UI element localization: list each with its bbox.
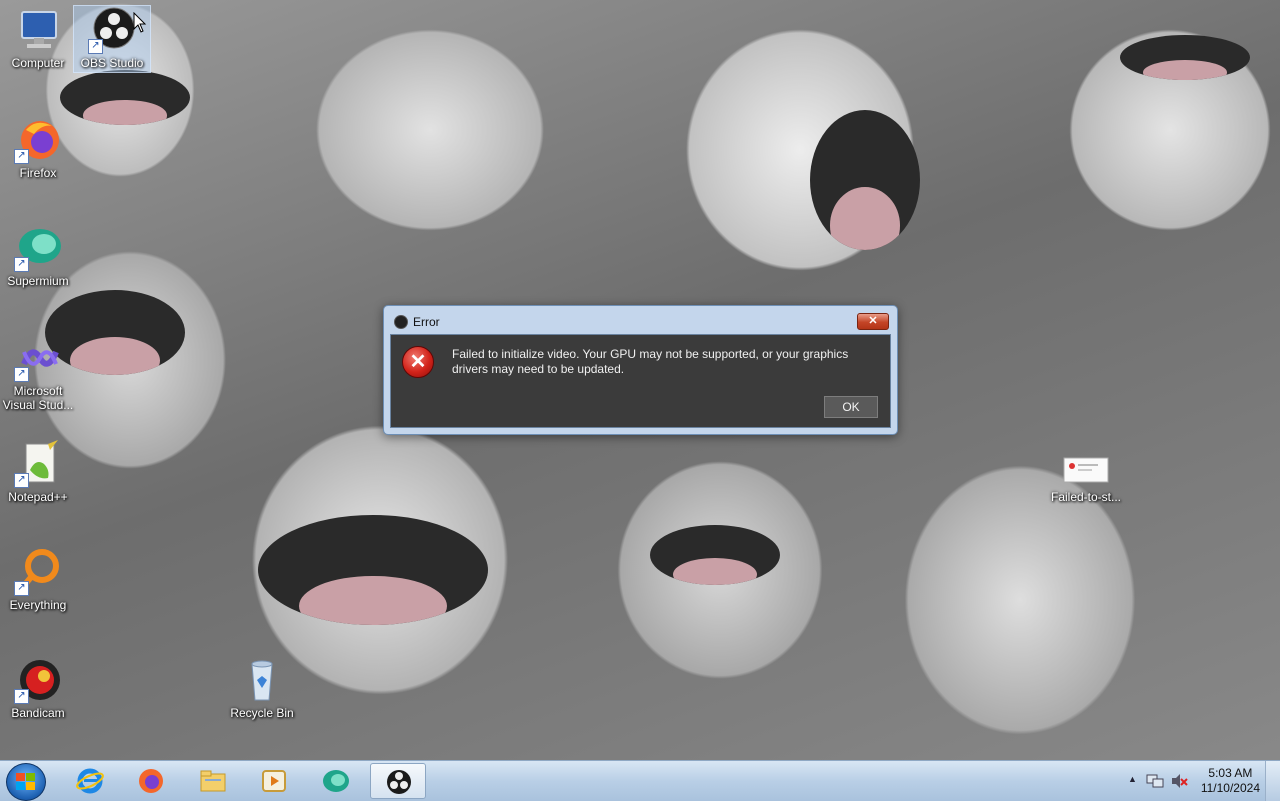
supermium-icon (323, 770, 349, 792)
recycle-bin-icon (238, 656, 286, 704)
desktop-icon-failed-image[interactable]: Failed-to-st... (1048, 440, 1124, 504)
taskbar-supermium[interactable] (308, 763, 364, 799)
desktop-icon-firefox[interactable]: ↗ Firefox (0, 116, 76, 180)
dialog-body: ✕ Failed to initialize video. Your GPU m… (390, 334, 891, 428)
obs-icon: ↗ (88, 6, 136, 54)
obs-icon (394, 315, 408, 329)
file-explorer-icon (200, 770, 226, 792)
supermium-icon: ↗ (14, 224, 62, 272)
shortcut-arrow-icon: ↗ (14, 689, 29, 704)
clock-time: 5:03 AM (1208, 766, 1253, 780)
taskbar-file-explorer[interactable] (185, 763, 241, 799)
firefox-icon: ↗ (14, 116, 62, 164)
dialog-titlebar[interactable]: Error ✕ (384, 306, 897, 334)
close-button[interactable]: ✕ (857, 313, 889, 330)
obs-icon (387, 770, 411, 794)
desktop-icon-visual-studio[interactable]: ↗ Microsoft Visual Stud... (0, 334, 76, 412)
shortcut-arrow-icon: ↗ (14, 581, 29, 596)
image-file-icon (1062, 440, 1110, 488)
shortcut-arrow-icon: ↗ (88, 39, 103, 54)
notepadpp-icon: ↗ (14, 440, 62, 488)
volume-muted-icon[interactable] (1170, 773, 1188, 789)
error-dialog: Error ✕ ✕ Failed to initialize video. Yo… (383, 305, 898, 435)
show-hidden-icons-chevron-icon[interactable]: ▲ (1128, 774, 1137, 784)
everything-icon: ↗ (14, 548, 62, 596)
windows-logo-icon (16, 773, 36, 791)
taskbar: ▲ 5:03 AM 11/10/2024 (0, 760, 1280, 801)
firefox-icon (139, 769, 163, 793)
desktop-icon-computer[interactable]: Computer (0, 6, 76, 70)
taskbar-obs-studio[interactable] (370, 763, 426, 799)
system-tray: ▲ 5:03 AM 11/10/2024 (1120, 761, 1280, 801)
shortcut-arrow-icon: ↗ (14, 473, 29, 488)
computer-icon (14, 6, 62, 54)
visual-studio-icon: ↗ (14, 334, 62, 382)
desktop-icon-supermium[interactable]: ↗ Supermium (0, 224, 76, 288)
ok-button[interactable]: OK (824, 396, 878, 418)
desktop-icon-everything[interactable]: ↗ Everything (0, 548, 76, 612)
taskbar-firefox[interactable] (123, 763, 179, 799)
internet-explorer-icon (76, 768, 104, 794)
mouse-cursor-icon (133, 12, 147, 33)
bandicam-icon: ↗ (14, 656, 62, 704)
desktop-icon-bandicam[interactable]: ↗ Bandicam (0, 656, 76, 720)
error-message: Failed to initialize video. Your GPU may… (452, 347, 849, 376)
desktop-icon-recycle-bin[interactable]: Recycle Bin (224, 656, 300, 720)
desktop-icon-notepadpp[interactable]: ↗ Notepad++ (0, 440, 76, 504)
dialog-title: Error (413, 315, 440, 329)
shortcut-arrow-icon: ↗ (14, 257, 29, 272)
taskbar-internet-explorer[interactable] (62, 763, 118, 799)
shortcut-arrow-icon: ↗ (14, 149, 29, 164)
clock[interactable]: 5:03 AM 11/10/2024 (1201, 766, 1260, 796)
start-button[interactable] (6, 763, 46, 801)
clock-date: 11/10/2024 (1200, 781, 1260, 795)
shortcut-arrow-icon: ↗ (14, 367, 29, 382)
network-icon[interactable] (1146, 773, 1164, 789)
taskbar-media-player[interactable] (246, 763, 302, 799)
media-player-icon (262, 770, 286, 792)
show-desktop-button[interactable] (1265, 761, 1280, 801)
error-icon: ✕ (402, 346, 434, 378)
